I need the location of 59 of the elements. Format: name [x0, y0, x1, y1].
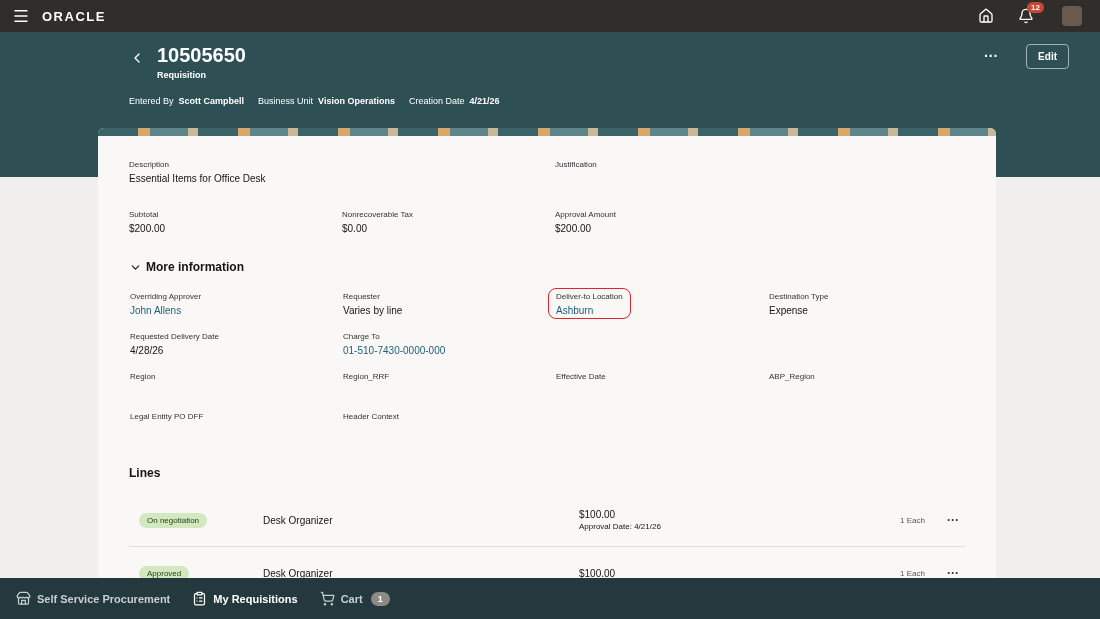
field-label: Nonrecoverable Tax: [342, 210, 413, 219]
more-button[interactable]: ···: [941, 566, 965, 578]
item-name[interactable]: Desk Organizer: [263, 514, 579, 526]
line-quantity: 1 Each: [900, 515, 925, 525]
field-label: Approval Amount: [555, 210, 616, 219]
item-name[interactable]: Desk Organizer: [263, 567, 579, 578]
notifications-icon[interactable]: [1018, 8, 1034, 24]
field-label: Deliver-to Location: [556, 292, 623, 301]
field-value: $200.00: [129, 223, 166, 234]
cart-icon: [319, 591, 335, 606]
field-value: Essential Items for Office Desk: [129, 173, 266, 184]
field-value: $0.00: [342, 223, 368, 234]
field-value: 4/28/26: [130, 345, 164, 356]
status-tag: On negotiation: [139, 512, 208, 528]
more-button[interactable]: ···: [941, 513, 965, 527]
nav-item[interactable]: My Requisitions: [192, 591, 298, 606]
approval-date: Approval Date: 4/21/26: [579, 522, 661, 531]
field-label: Charge To: [343, 332, 380, 341]
field-label: Effective Date: [556, 372, 606, 381]
field-label: Justification: [555, 160, 597, 169]
edit-button[interactable]: Edit: [1026, 44, 1069, 69]
field-label: Subtotal: [129, 210, 159, 219]
field-label: Destination Type: [769, 292, 829, 301]
store-icon: [16, 591, 31, 606]
field-label: Description: [129, 160, 169, 169]
field-value: Varies by line: [343, 305, 403, 316]
field-label: Overriding Approver: [130, 292, 202, 301]
header-meta: Business Unit Vision Operations: [258, 96, 395, 106]
line-quantity: 1 Each: [900, 568, 925, 578]
field-link[interactable]: John Allens: [130, 305, 182, 316]
field-label: Region: [130, 372, 156, 381]
status-tag: Approved: [139, 565, 190, 578]
menu-icon[interactable]: [12, 7, 30, 25]
home-icon[interactable]: [978, 8, 994, 24]
field-label: ABP_Region: [769, 372, 815, 381]
field-value: $200.00: [555, 223, 592, 234]
notification-badge: 12: [1027, 2, 1044, 13]
page-title: 10505650: [157, 44, 246, 67]
page-subtitle: Requisition: [157, 70, 207, 80]
cart-count-badge: 1: [370, 591, 390, 606]
field-value: Expense: [769, 305, 808, 316]
line-amount: $100.00: [579, 509, 616, 520]
brand-logo: ORACLE: [42, 8, 106, 24]
field-link[interactable]: Ashburn: [556, 305, 594, 316]
field-label: Requested Delivery Date: [130, 332, 219, 341]
header-meta: Creation Date 4/21/26: [408, 96, 500, 106]
header-meta: Entered By Scott Campbell: [129, 96, 245, 106]
line-amount: $100.00: [579, 567, 616, 578]
section-toggle[interactable]: More information: [129, 260, 244, 274]
field-link[interactable]: 01-510-7430-0000-000: [343, 345, 446, 356]
section-title: Lines: [129, 466, 162, 480]
clipboard-icon: [192, 591, 208, 606]
field-label: Legal Entity PO DFF: [130, 412, 204, 421]
nav-item[interactable]: Cart 1: [319, 591, 390, 606]
more-button[interactable]: ···: [978, 48, 1005, 64]
nav-item[interactable]: Self Service Procurement: [16, 591, 171, 606]
field-label: Region_RRF: [343, 372, 390, 381]
field-label: Requester: [343, 292, 380, 301]
field-label: Header Context: [343, 412, 400, 421]
